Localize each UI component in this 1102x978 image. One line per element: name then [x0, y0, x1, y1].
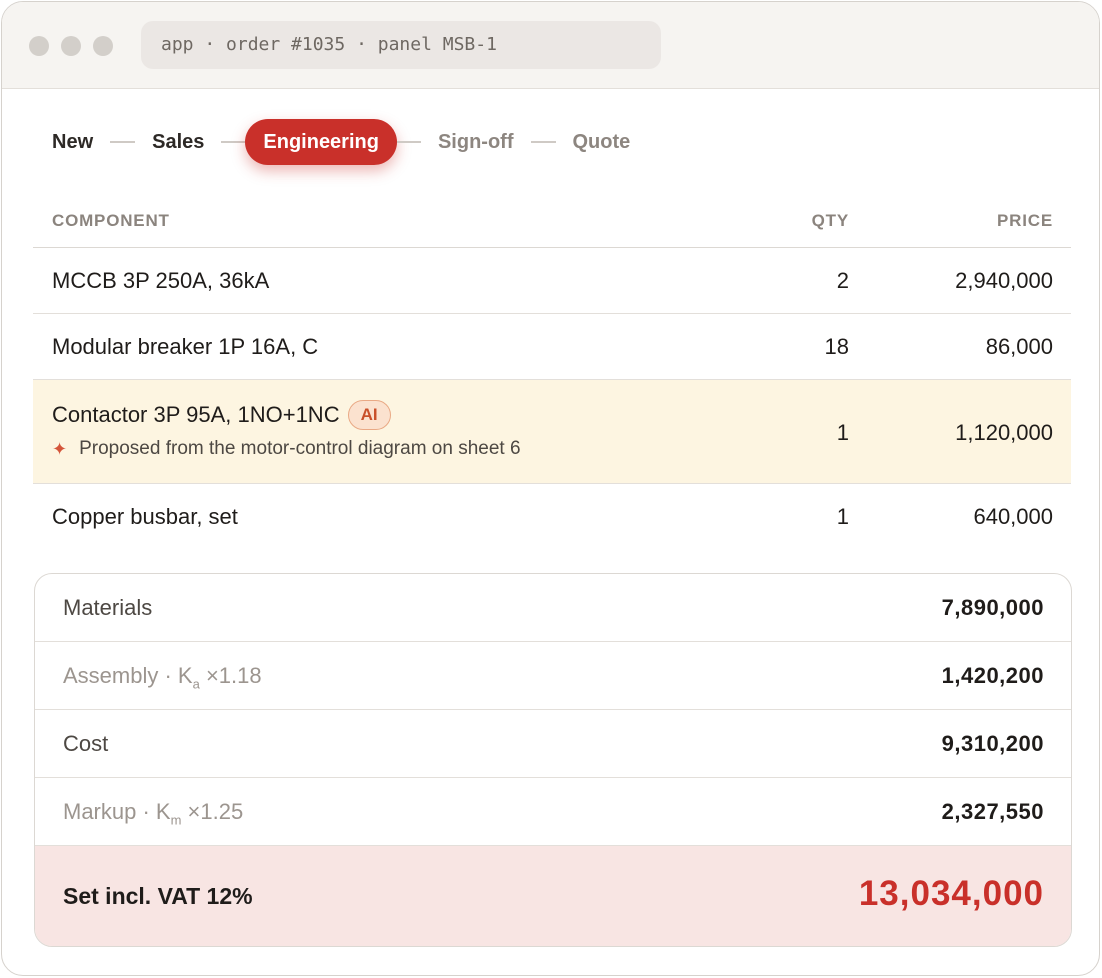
label-prefix: Markup · K — [63, 799, 171, 824]
summary-row-markup: Markup · Km ×1.25 2,327,550 — [35, 778, 1071, 846]
summary-row-materials: Materials 7,890,000 — [35, 574, 1071, 642]
step-engineering[interactable]: Engineering — [245, 119, 397, 165]
cost-summary: Materials 7,890,000 Assembly · Ka ×1.18 … — [34, 573, 1072, 947]
summary-row-assembly: Assembly · Ka ×1.18 1,420,200 — [35, 642, 1071, 710]
total-value: 13,034,000 — [858, 874, 1044, 913]
step-separator — [530, 141, 556, 143]
summary-total-row: Set incl. VAT 12% 13,034,000 — [35, 846, 1071, 946]
title-bar: app · order #1035 · panel MSB-1 — [2, 2, 1099, 89]
component-price: 2,940,000 — [955, 268, 1053, 293]
component-name: Modular breaker 1P 16A, C — [52, 334, 319, 359]
table-row[interactable]: MCCB 3P 250A, 36kA 2 2,940,000 — [33, 248, 1071, 314]
summary-row-cost: Cost 9,310,200 — [35, 710, 1071, 778]
ai-suggestion-note: ✦ Proposed from the motor-control diagra… — [52, 438, 521, 460]
ai-badge: AI — [347, 400, 391, 430]
coefficient-subscript: m — [170, 812, 182, 828]
component-price: 640,000 — [973, 504, 1053, 529]
summary-label: Assembly · Ka ×1.18 — [63, 663, 262, 691]
column-header-qty[interactable]: QTY — [812, 211, 849, 231]
workflow-stepper: New Sales Engineering Sign-off Quote — [52, 119, 630, 165]
summary-value: 9,310,200 — [941, 731, 1044, 756]
component-qty: 1 — [836, 420, 849, 445]
component-price: 86,000 — [985, 334, 1053, 359]
column-header-component[interactable]: COMPONENT — [52, 211, 170, 231]
summary-label: Materials — [63, 595, 153, 620]
table-header: COMPONENT QTY PRICE — [33, 198, 1071, 248]
label-prefix: Assembly · K — [63, 663, 193, 688]
summary-value: 2,327,550 — [941, 799, 1044, 824]
step-separator — [221, 141, 246, 143]
component-qty: 2 — [836, 268, 849, 293]
coefficient-subscript: a — [192, 676, 200, 692]
sparkle-icon: ✦ — [52, 438, 68, 459]
total-label: Set incl. VAT 12% — [63, 883, 253, 909]
step-separator — [110, 141, 136, 143]
component-name: Copper busbar, set — [52, 504, 238, 529]
address-bar[interactable]: app · order #1035 · panel MSB-1 — [141, 21, 661, 69]
component-qty: 1 — [836, 504, 849, 529]
table-row[interactable]: Copper busbar, set 1 640,000 — [33, 484, 1071, 550]
step-separator — [396, 141, 421, 143]
label-suffix: ×1.25 — [181, 799, 244, 824]
ai-note-text: Proposed from the motor-control diagram … — [79, 438, 521, 459]
app-window: app · order #1035 · panel MSB-1 New Sale… — [1, 1, 1100, 976]
components-table: COMPONENT QTY PRICE MCCB 3P 250A, 36kA 2… — [33, 198, 1071, 550]
component-price: 1,120,000 — [955, 420, 1053, 445]
summary-label: Markup · Km ×1.25 — [63, 799, 243, 827]
step-quote[interactable]: Quote — [573, 131, 631, 154]
component-name-wrap: Contactor 3P 95A, 1NO+1NC AI — [52, 400, 391, 430]
step-new[interactable]: New — [52, 131, 93, 154]
step-sales[interactable]: Sales — [152, 131, 204, 154]
summary-label: Cost — [63, 731, 109, 756]
label-suffix: ×1.18 — [199, 663, 262, 688]
window-maximize-dot[interactable] — [93, 36, 113, 56]
component-name: MCCB 3P 250A, 36kA — [52, 268, 270, 293]
component-name: Contactor 3P 95A, 1NO+1NC — [52, 402, 340, 427]
window-close-dot[interactable] — [29, 36, 49, 56]
table-row[interactable]: Modular breaker 1P 16A, C 18 86,000 — [33, 314, 1071, 380]
column-header-price[interactable]: PRICE — [997, 211, 1053, 231]
summary-value: 7,890,000 — [941, 595, 1044, 620]
summary-value: 1,420,200 — [941, 663, 1044, 688]
window-minimize-dot[interactable] — [61, 36, 81, 56]
component-qty: 18 — [824, 334, 849, 359]
step-sign-off[interactable]: Sign-off — [438, 131, 514, 154]
table-row-ai-suggested[interactable]: Contactor 3P 95A, 1NO+1NC AI ✦ Proposed … — [33, 380, 1071, 484]
